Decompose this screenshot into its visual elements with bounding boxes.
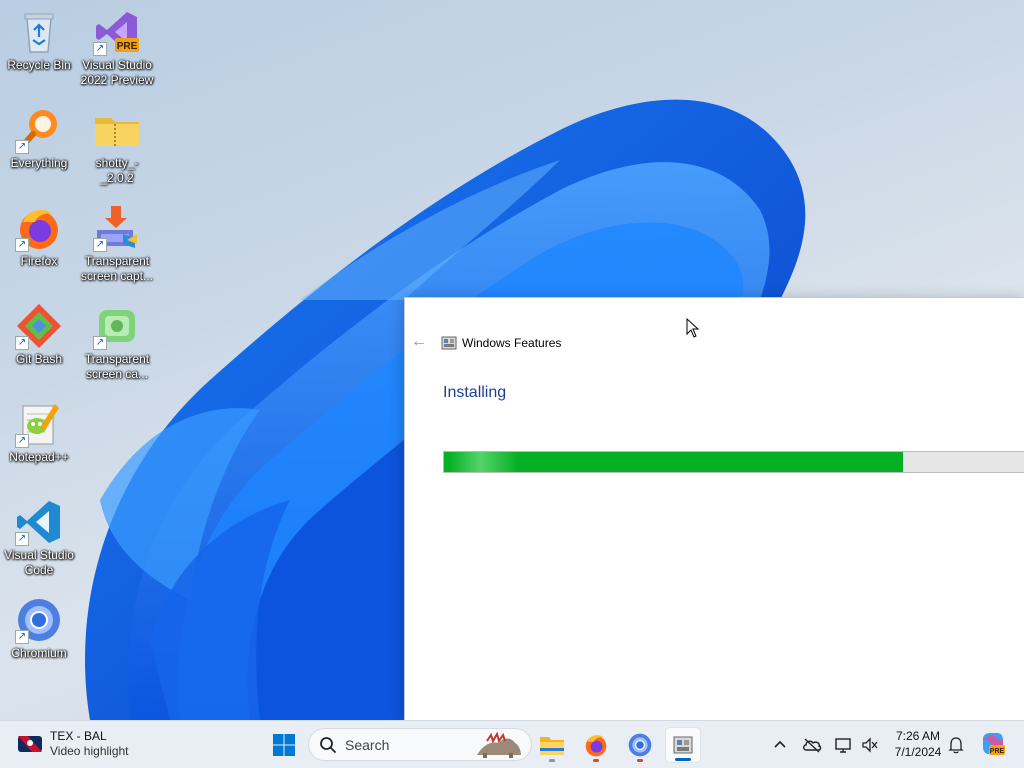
windows-features-icon <box>441 336 457 350</box>
running-indicator <box>549 759 555 762</box>
desktop-icon-transparent-screen-capture-setup[interactable]: ↗ Transparent screen capt... <box>79 200 155 292</box>
desktop-icon-chromium[interactable]: ↗ Chromium <box>1 592 77 684</box>
display-network-icon <box>835 738 851 753</box>
shortcut-arrow-icon: ↗ <box>15 532 29 546</box>
icon-label: Visual Studio 2022 Preview <box>80 58 154 87</box>
desktop-icon-visual-studio-preview[interactable]: PRE ↗ Visual Studio 2022 Preview <box>79 4 155 96</box>
icon-label: Visual Studio Code <box>4 548 74 577</box>
desktop-icon-everything[interactable]: ↗ Everything <box>1 102 77 194</box>
icon-label: Git Bash <box>15 352 63 366</box>
desktop-icon-visual-studio-code[interactable]: ↗ Visual Studio Code <box>1 494 77 586</box>
bell-icon <box>948 737 964 754</box>
tray-volume[interactable] <box>860 735 880 755</box>
running-indicator <box>593 759 599 762</box>
dialog-title: Windows Features <box>462 336 562 350</box>
desktop-icon-notepad-plus-plus[interactable]: ↗ Notepad++ <box>1 396 77 488</box>
desktop-icon-firefox[interactable]: ↗ Firefox <box>1 200 77 292</box>
shortcut-arrow-icon: ↗ <box>93 238 107 252</box>
notifications-button[interactable] <box>946 735 966 755</box>
copilot-button[interactable]: PRE <box>980 731 1006 757</box>
volume-muted-icon <box>862 737 878 753</box>
taskbar-search[interactable] <box>308 728 532 761</box>
svg-text:PRE: PRE <box>117 41 138 52</box>
shortcut-arrow-icon: ↗ <box>93 336 107 350</box>
search-highlight-dinosaur-icon <box>477 731 521 758</box>
desktop-icon-git-bash[interactable]: ↗ Git Bash <box>1 298 77 390</box>
svg-text:PRE: PRE <box>990 748 1005 755</box>
start-button[interactable] <box>268 729 300 761</box>
clock-time: 7:26 AM <box>895 729 941 743</box>
icon-label: shotty_-_2.0.2 <box>95 156 139 185</box>
show-hidden-icons[interactable] <box>770 735 790 755</box>
icon-label: Recycle Bin <box>7 58 71 72</box>
search-input[interactable] <box>345 736 475 753</box>
firefox-icon <box>585 735 607 757</box>
chromium-icon <box>628 733 652 757</box>
install-progress-bar <box>443 451 1024 473</box>
copilot-preview-icon: PRE <box>983 733 1005 755</box>
windows-features-icon <box>673 736 693 754</box>
taskbar: TEX - BAL Video highlight 7:26 <box>0 720 1024 768</box>
icon-label: Firefox <box>20 254 58 268</box>
running-indicator <box>637 759 643 762</box>
windows-features-dialog: ← Windows Features Installing <box>404 297 1024 720</box>
onedrive-off-icon <box>803 738 822 753</box>
desktop-icon-recycle-bin[interactable]: Recycle Bin <box>1 4 77 96</box>
active-indicator <box>675 758 691 761</box>
taskbar-file-explorer[interactable] <box>534 727 570 763</box>
mlb-icon <box>18 736 42 752</box>
shortcut-arrow-icon: ↗ <box>15 336 29 350</box>
file-explorer-icon <box>540 737 564 755</box>
news-widget[interactable]: TEX - BAL Video highlight <box>18 729 129 759</box>
progress-fill <box>444 452 903 472</box>
widget-headline: TEX - BAL <box>50 729 107 743</box>
shortcut-arrow-icon: ↗ <box>93 42 107 56</box>
desktop-icon-shotty-folder[interactable]: shotty_-_2.0.2 <box>79 102 155 194</box>
taskbar-firefox[interactable] <box>578 727 614 763</box>
back-arrow-icon[interactable]: ← <box>411 334 427 350</box>
tray-network[interactable] <box>834 735 854 755</box>
shortcut-arrow-icon: ↗ <box>15 238 29 252</box>
icon-label: Chromium <box>11 646 67 660</box>
icon-label: Everything <box>10 156 68 170</box>
recycle-bin-icon <box>24 13 54 53</box>
installing-heading: Installing <box>443 384 507 401</box>
widget-subtext: Video highlight <box>50 744 129 758</box>
shortcut-arrow-icon: ↗ <box>15 140 29 154</box>
icon-label: Transparent screen capt... <box>80 254 154 283</box>
taskbar-chromium[interactable] <box>622 727 658 763</box>
zip-folder-icon <box>95 118 139 146</box>
icon-label: Transparent screen ca... <box>84 352 150 381</box>
chevron-up-icon <box>774 740 786 748</box>
mouse-cursor-icon <box>686 318 700 338</box>
taskbar-windows-features[interactable] <box>665 727 701 763</box>
windows-start-icon <box>273 734 295 756</box>
tray-onedrive[interactable] <box>802 735 822 755</box>
search-icon <box>320 736 336 753</box>
icon-label: Notepad++ <box>9 450 69 464</box>
shortcut-arrow-icon: ↗ <box>15 630 29 644</box>
shortcut-arrow-icon: ↗ <box>15 434 29 448</box>
clock-date: 7/1/2024 <box>894 745 942 759</box>
desktop: Recycle Bin PRE ↗ Visual Studio 2022 Pre… <box>0 0 1024 720</box>
system-clock[interactable]: 7:26 AM 7/1/2024 <box>888 728 948 760</box>
desktop-icon-transparent-screen-capture[interactable]: ↗ Transparent screen ca... <box>79 298 155 390</box>
